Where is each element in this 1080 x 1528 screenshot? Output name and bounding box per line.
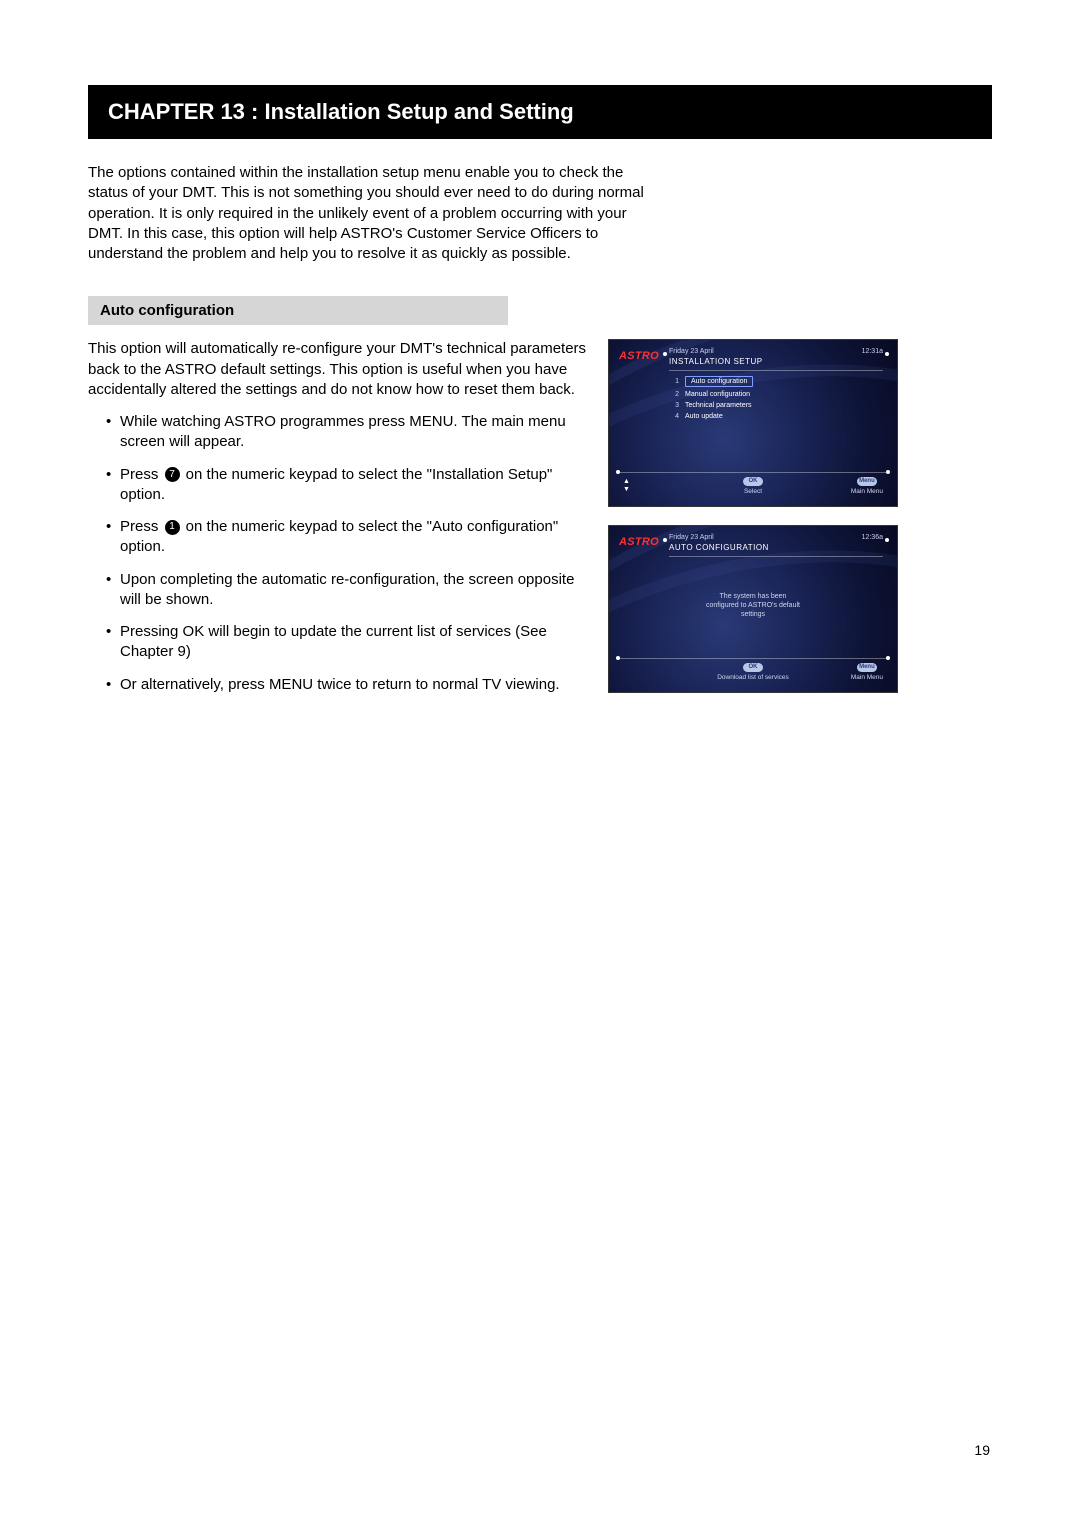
- step-text: While watching ASTRO programmes press ME…: [120, 413, 566, 450]
- tv-time: 12:31a: [862, 348, 883, 355]
- step-item: Press 7 on the numeric keypad to select …: [106, 465, 588, 506]
- tv-menu-item: Manual configuration: [685, 391, 750, 398]
- menu-label: Main Menu: [851, 674, 883, 681]
- step-item: While watching ASTRO programmes press ME…: [106, 412, 588, 453]
- menu-label: Main Menu: [851, 488, 883, 495]
- intro-paragraph: The options contained within the install…: [88, 163, 648, 264]
- step-item: Upon completing the automatic re-configu…: [106, 570, 588, 611]
- step-item: Or alternatively, press MENU twice to re…: [106, 675, 588, 695]
- step-item: Pressing OK will begin to update the cur…: [106, 622, 588, 663]
- chapter-title-bar: CHAPTER 13 : Installation Setup and Sett…: [88, 85, 992, 139]
- ok-button-icon: OK: [743, 477, 763, 486]
- ok-label: Select: [744, 488, 762, 495]
- tv-menu-list: 1Auto configuration 2Manual configuratio…: [671, 376, 753, 424]
- step-text: Upon completing the automatic re-configu…: [120, 571, 574, 608]
- step-text: Pressing OK will begin to update the cur…: [120, 623, 547, 660]
- astro-logo: ASTRO: [619, 536, 659, 548]
- step-text: on the numeric keypad to select the "Ins…: [120, 466, 552, 503]
- tv-menu-item-selected: Auto configuration: [685, 376, 753, 387]
- ok-button-icon: OK: [743, 663, 763, 672]
- keypad-number-icon: 1: [165, 520, 180, 535]
- tv-screen-title: AUTO CONFIGURATION: [669, 543, 769, 552]
- tv-menu-item: Technical parameters: [685, 402, 752, 409]
- section-heading: Auto configuration: [100, 302, 234, 319]
- steps-list: While watching ASTRO programmes press ME…: [88, 412, 588, 695]
- step-text: Press: [120, 466, 163, 483]
- tv-screenshot-installation-setup: ASTRO Friday 23 April INSTALLATION SETUP…: [608, 339, 898, 507]
- menu-button-icon: Menu: [857, 477, 877, 486]
- chapter-title: CHAPTER 13 : Installation Setup and Sett…: [108, 99, 574, 124]
- tv-menu-item: Auto update: [685, 413, 723, 420]
- ok-label: Download list of services: [717, 674, 789, 681]
- tv-time: 12:36a: [862, 534, 883, 541]
- astro-logo: ASTRO: [619, 350, 659, 362]
- keypad-number-icon: 7: [165, 467, 180, 482]
- tv-screenshot-auto-configuration: ASTRO Friday 23 April AUTO CONFIGURATION…: [608, 525, 898, 693]
- tv-date: Friday 23 April: [669, 348, 763, 355]
- tv-message: The system has been configured to ASTRO'…: [609, 592, 897, 619]
- tv-screen-title: INSTALLATION SETUP: [669, 357, 763, 366]
- page-number: 19: [974, 1442, 990, 1458]
- step-text: Press: [120, 518, 163, 535]
- step-item: Press 1 on the numeric keypad to select …: [106, 517, 588, 558]
- step-text: Or alternatively, press MENU twice to re…: [120, 676, 560, 693]
- step-text: on the numeric keypad to select the "Aut…: [120, 518, 558, 555]
- section-description: This option will automatically re-config…: [88, 339, 588, 400]
- tv-date: Friday 23 April: [669, 534, 769, 541]
- menu-button-icon: Menu: [857, 663, 877, 672]
- section-heading-bar: Auto configuration: [88, 296, 508, 325]
